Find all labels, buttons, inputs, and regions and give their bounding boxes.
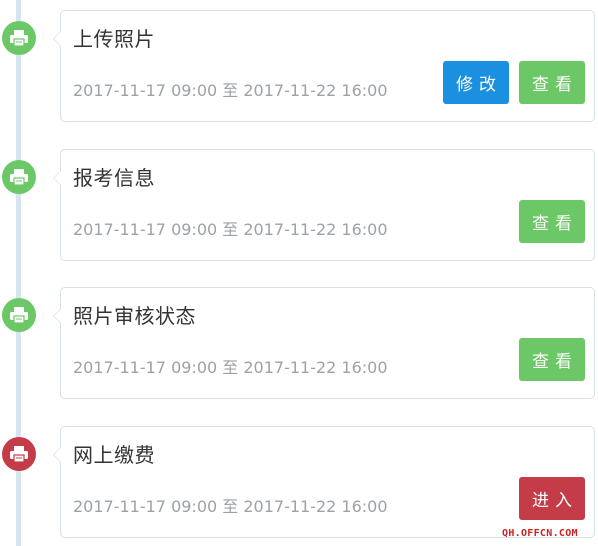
timeline-step-online-payment: 网上缴费 2017-11-17 09:00 至 2017-11-22 16:00… (0, 426, 598, 538)
step-card: 照片审核状态 2017-11-17 09:00 至 2017-11-22 16:… (53, 287, 595, 399)
enter-button[interactable]: 进入 (519, 477, 585, 520)
step-title: 上传照片 (73, 27, 155, 51)
step-card: 上传照片 2017-11-17 09:00 至 2017-11-22 16:00… (53, 10, 595, 122)
edit-button[interactable]: 修改 (443, 61, 509, 104)
step-title: 网上缴费 (73, 443, 155, 467)
printer-icon (2, 298, 36, 332)
step-title: 照片审核状态 (73, 304, 196, 328)
printer-icon (2, 437, 36, 471)
view-button[interactable]: 查看 (519, 200, 585, 243)
step-time-range: 2017-11-17 09:00 至 2017-11-22 16:00 (73, 81, 388, 100)
step-card: 网上缴费 2017-11-17 09:00 至 2017-11-22 16:00… (53, 426, 595, 538)
step-title: 报考信息 (73, 166, 155, 190)
step-time-range: 2017-11-17 09:00 至 2017-11-22 16:00 (73, 358, 388, 377)
view-button[interactable]: 查看 (519, 338, 585, 381)
card-pointer (53, 308, 61, 324)
card-pointer (53, 31, 61, 47)
timeline-step-upload-photo: 上传照片 2017-11-17 09:00 至 2017-11-22 16:00… (0, 10, 598, 122)
card-pointer (53, 447, 61, 463)
printer-icon (2, 160, 36, 194)
watermark: QH.OFFCN.COM (502, 528, 578, 539)
step-time-range: 2017-11-17 09:00 至 2017-11-22 16:00 (73, 220, 388, 239)
card-pointer (53, 170, 61, 186)
timeline-step-exam-info: 报考信息 2017-11-17 09:00 至 2017-11-22 16:00… (0, 149, 598, 261)
step-card: 报考信息 2017-11-17 09:00 至 2017-11-22 16:00… (53, 149, 595, 261)
view-button[interactable]: 查看 (519, 61, 585, 104)
step-time-range: 2017-11-17 09:00 至 2017-11-22 16:00 (73, 497, 388, 516)
timeline-step-photo-review: 照片审核状态 2017-11-17 09:00 至 2017-11-22 16:… (0, 287, 598, 399)
printer-icon (2, 21, 36, 55)
